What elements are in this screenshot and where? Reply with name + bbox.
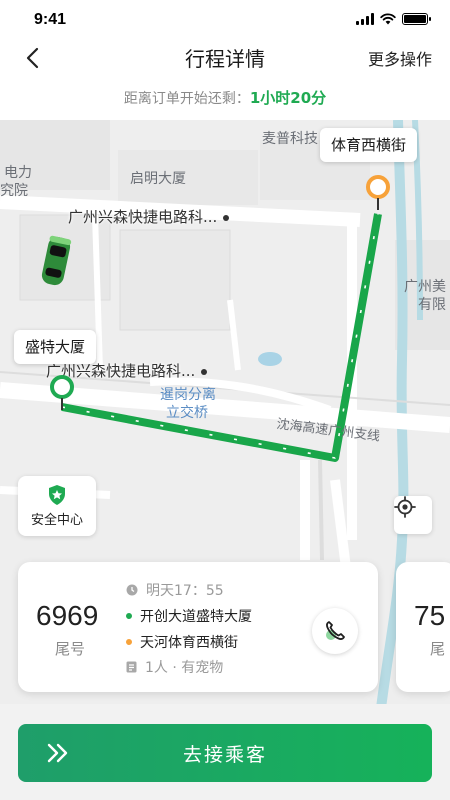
signal-icon	[356, 13, 374, 25]
next-tail-label: 尾	[430, 640, 446, 658]
destination-bubble: 体育西横街	[320, 128, 418, 162]
origin-pin-icon	[50, 375, 74, 399]
countdown-banner: 距离订单开始还剩：1小时20分	[0, 76, 450, 120]
order-origin: 开创大道盛特大厦	[126, 606, 252, 626]
nav-bar: 行程详情 更多操作	[0, 40, 450, 76]
passenger-info: 1人 · 有宠物	[126, 657, 223, 677]
map-label-interchange-1: 暹岗分离	[160, 387, 216, 403]
next-tail-number: 75	[414, 600, 446, 631]
back-button[interactable]	[18, 44, 46, 72]
status-bar: 9:41	[0, 0, 450, 40]
tail-label: 尾号	[55, 640, 86, 658]
origin-pin-stem	[61, 398, 63, 410]
map-label-guangzhou-mei: 广州美	[404, 279, 446, 295]
destination-pin-stem	[377, 198, 379, 210]
map-label-interchange-2: 立交桥	[166, 405, 208, 421]
tail-number: 6969	[36, 600, 99, 631]
order-destination: 天河体育西横街	[126, 632, 238, 652]
pickup-slider[interactable]: 去接乘客	[18, 724, 432, 782]
countdown-prefix: 距离订单开始还剩：	[123, 91, 250, 107]
order-destination-text: 天河体育西横街	[140, 635, 238, 651]
slider-label: 去接乘客	[182, 744, 267, 766]
map-label-youxian: 有限	[418, 297, 446, 313]
shield-icon	[49, 485, 65, 505]
map-label-maipu: 麦普科技	[262, 131, 318, 147]
status-icons	[356, 13, 431, 25]
passenger-icon	[126, 661, 137, 673]
locate-icon	[394, 496, 416, 518]
destination-pin-icon	[366, 175, 390, 199]
origin-bubble: 盛特大厦	[14, 330, 97, 364]
call-button[interactable]	[312, 608, 358, 654]
locate-button[interactable]	[394, 496, 432, 534]
origin-dot-icon	[126, 613, 132, 619]
status-time: 9:41	[34, 11, 67, 28]
order-card[interactable]: 6969 尾号 明天17：55 开创大道盛特大厦 天河体育西横街 1人 · 有宠…	[18, 562, 378, 692]
destination-dot-icon	[126, 639, 132, 645]
back-arrow-icon	[26, 47, 39, 69]
map-view[interactable]: 麦普科技 电力 究院 启明大厦 广州美 有限 暹岗分离 立交桥 沈海高速广州支线…	[0, 120, 450, 800]
map-poi-1-label: 广州兴森快捷电路科...	[68, 208, 218, 226]
pickup-time-text: 明天17：55	[146, 583, 224, 599]
countdown-value: 1小时20分	[249, 89, 327, 107]
order-card-next[interactable]: 75 尾	[396, 562, 450, 692]
bottom-bar: 去接乘客	[0, 704, 450, 800]
safety-center-button[interactable]: 安全中心	[18, 476, 96, 536]
phone-icon	[326, 621, 345, 640]
more-actions-button[interactable]: 更多操作	[368, 46, 432, 70]
safety-center-label: 安全中心	[30, 513, 83, 528]
battery-icon	[402, 13, 431, 25]
wifi-icon	[380, 13, 396, 25]
map-label-yanjiusuo: 究院	[0, 183, 28, 199]
passenger-info-text: 1人 · 有宠物	[145, 660, 224, 676]
map-poi-1[interactable]: 广州兴森快捷电路科...	[68, 206, 230, 227]
pickup-time: 明天17：55	[126, 580, 224, 600]
map-label-qiming: 启明大厦	[130, 171, 186, 187]
map-label-dianli: 电力	[4, 165, 32, 181]
clock-icon	[126, 584, 138, 596]
order-origin-text: 开创大道盛特大厦	[140, 609, 252, 625]
